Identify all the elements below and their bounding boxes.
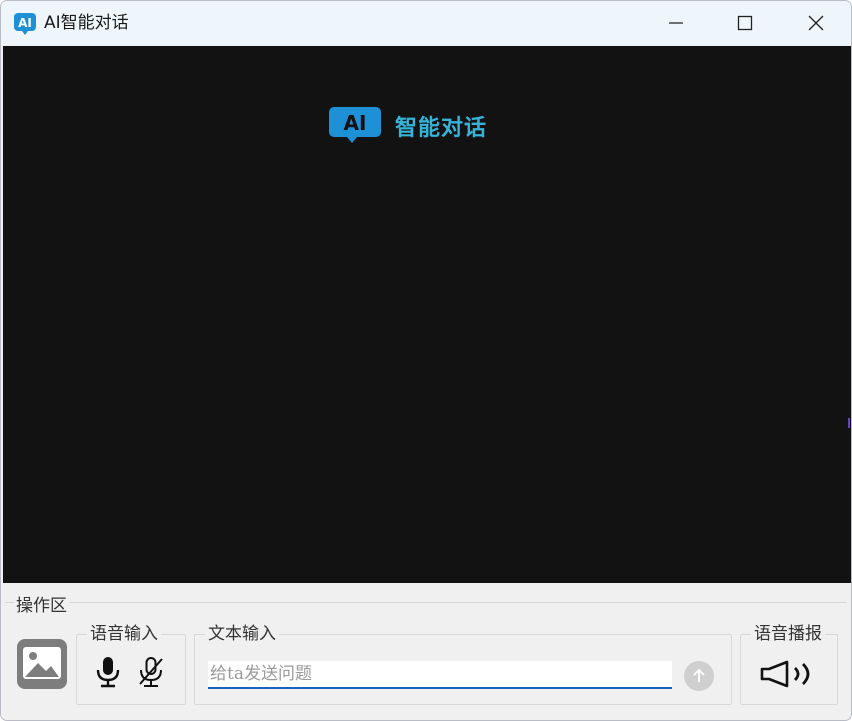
- close-button[interactable]: [781, 1, 851, 45]
- ai-logo-icon: AI: [329, 107, 381, 143]
- chat-display-area: AI 智能对话: [3, 46, 851, 583]
- voice-input-group: 语音输入: [76, 624, 186, 705]
- title-bar[interactable]: AI AI智能对话: [1, 1, 851, 45]
- speaker-button[interactable]: [758, 657, 820, 691]
- image-icon[interactable]: [16, 638, 68, 690]
- microphone-mute-button[interactable]: [136, 655, 166, 689]
- microphone-off-icon: [139, 657, 163, 687]
- voice-broadcast-label: 语音播报: [751, 624, 825, 644]
- maximize-button[interactable]: [710, 1, 780, 45]
- minimize-button[interactable]: [641, 1, 711, 45]
- voice-broadcast-group: 语音播报: [740, 624, 838, 705]
- minimize-icon: [669, 22, 683, 24]
- operation-section-label: 操作区: [14, 591, 69, 616]
- question-input[interactable]: [208, 661, 672, 689]
- microphone-button[interactable]: [93, 655, 123, 689]
- speaker-icon: [760, 660, 810, 688]
- app-icon-text: AI: [18, 16, 32, 30]
- window-title: AI智能对话: [44, 13, 129, 33]
- arrow-up-icon: [693, 668, 705, 682]
- close-icon: [808, 15, 824, 31]
- microphone-icon: [96, 657, 120, 688]
- hero-title: 智能对话: [395, 116, 488, 141]
- text-input-group: 文本输入: [194, 624, 732, 705]
- section-divider: [5, 602, 847, 603]
- send-button[interactable]: [684, 661, 714, 691]
- maximize-icon: [737, 15, 753, 31]
- text-input-label: 文本输入: [205, 624, 279, 644]
- ai-chat-bubble-icon: AI: [14, 13, 36, 35]
- app-window: AI AI智能对话 AI 智能对话 操作区 语音输入 文本输入 给ta发送问题 …: [0, 0, 852, 721]
- hero-logo-text: AI: [344, 111, 367, 135]
- voice-input-label: 语音输入: [87, 624, 161, 644]
- edge-marker: [848, 418, 850, 428]
